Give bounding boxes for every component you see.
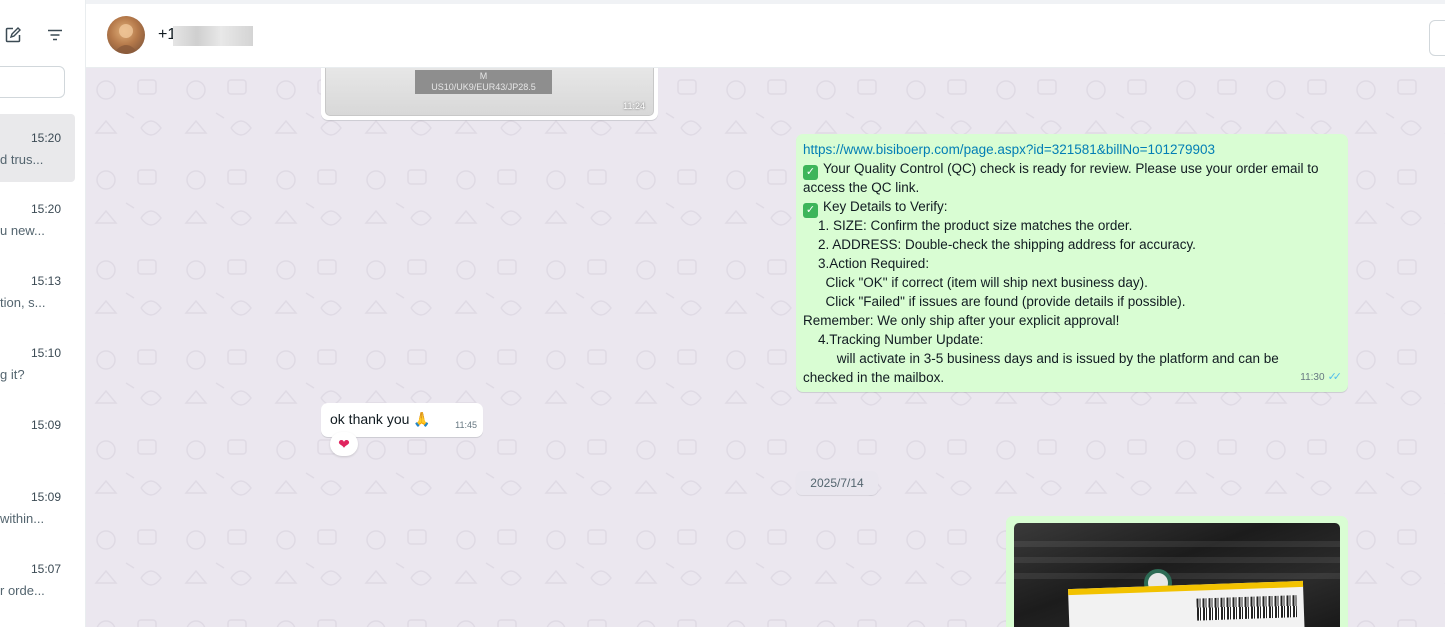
chat-list-item[interactable]: 15:20 d trus... <box>0 114 75 182</box>
message-line: checked in the mailbox. <box>803 370 945 385</box>
image-message[interactable] <box>1006 516 1348 627</box>
filter-icon[interactable] <box>47 27 63 43</box>
conversation-header: +1 <box>86 0 1445 68</box>
message-line: Click "OK" if correct (item will ship ne… <box>803 275 1148 290</box>
message-meta: 11:30 ✓✓ <box>1300 368 1343 387</box>
chat-list-item[interactable]: 15:09 within... <box>0 473 85 545</box>
image-detail <box>1014 557 1340 563</box>
size-tag-line2: US10/UK9/EUR43/JP28.5 <box>431 82 536 92</box>
image-message[interactable]: M US10/UK9/EUR43/JP28.5 11:24 <box>321 68 658 120</box>
chat-time: 15:07 <box>30 562 61 576</box>
chat-time: 15:09 <box>30 490 61 504</box>
chat-preview: tion, s... <box>0 295 46 310</box>
read-receipt-icon: ✓✓ <box>1327 371 1343 383</box>
chat-preview: r orde... <box>0 583 45 598</box>
message-line: Your Quality Control (QC) check is ready… <box>823 161 1319 176</box>
chat-time: 15:13 <box>30 274 61 288</box>
chat-time: 15:20 <box>30 202 61 216</box>
contact-avatar[interactable] <box>107 16 145 54</box>
message-time: 11:45 <box>455 420 477 430</box>
chat-preview: g it? <box>0 367 25 382</box>
message-line: Click "Failed" if issues are found (prov… <box>803 294 1186 309</box>
chat-list-item[interactable]: 15:13 tion, s... <box>0 257 85 329</box>
message-text: ok thank you 🙏 <box>330 411 431 427</box>
image-detail <box>1014 541 1340 547</box>
message-line: 2. ADDRESS: Double-check the shipping ad… <box>803 237 1196 252</box>
message-line: will activate in 3-5 business days and i… <box>803 351 1279 366</box>
message-line: 4.Tracking Number Update: <box>803 332 984 347</box>
new-chat-icon[interactable] <box>4 26 22 44</box>
avatar-photo-icon <box>113 24 139 54</box>
chat-preview: within... <box>0 511 45 526</box>
chat-list: 15:20 d trus... 15:20 u new... 15:13 tio… <box>0 114 85 617</box>
message-time: 11:30 <box>1300 372 1325 383</box>
message-image[interactable]: M US10/UK9/EUR43/JP28.5 11:24 <box>325 68 654 116</box>
redacted-number <box>173 26 253 46</box>
message-line: Key Details to Verify: <box>823 199 948 214</box>
message-line: 1. SIZE: Confirm the product size matche… <box>803 218 1133 233</box>
chat-time: 15:10 <box>30 346 61 360</box>
heart-reaction-icon[interactable]: ❤ <box>330 432 358 456</box>
outgoing-message[interactable]: https://www.bisiboerp.com/page.aspx?id=3… <box>796 134 1348 392</box>
message-line: Remember: We only ship after your explic… <box>803 313 1120 328</box>
chat-list-item[interactable]: 15:09 <box>0 401 85 473</box>
message-image[interactable] <box>1014 523 1340 627</box>
barcode-graphic <box>1196 595 1298 621</box>
chat-list-sidebar: 15:20 d trus... 15:20 u new... 15:13 tio… <box>0 0 86 627</box>
image-size-tag: M US10/UK9/EUR43/JP28.5 <box>415 70 552 94</box>
reaction-emoji: ❤ <box>338 436 350 452</box>
shipping-label-graphic <box>1068 580 1305 627</box>
message-link[interactable]: https://www.bisiboerp.com/page.aspx?id=3… <box>803 140 1341 159</box>
date-separator: 2025/7/14 <box>796 471 878 495</box>
search-input[interactable] <box>0 66 65 98</box>
size-tag-line1: M <box>479 71 488 81</box>
chat-time: 15:20 <box>30 131 61 145</box>
image-detail <box>1014 573 1340 579</box>
chat-list-item[interactable]: 15:07 r orde... <box>0 545 85 617</box>
message-time: 11:24 <box>623 101 645 111</box>
chat-time: 15:09 <box>30 418 61 432</box>
chat-preview: d trus... <box>0 152 44 167</box>
header-action-button[interactable] <box>1429 20 1445 56</box>
chat-preview: u new... <box>0 223 45 238</box>
message-line: access the QC link. <box>803 180 920 195</box>
chat-list-item[interactable]: 15:20 u new... <box>0 185 85 257</box>
conversation-panel: M US10/UK9/EUR43/JP28.5 11:24 https://ww… <box>86 68 1445 627</box>
message-line: 3.Action Required: <box>803 256 930 271</box>
sidebar-toolbar <box>0 0 85 68</box>
chat-list-item[interactable]: 15:10 g it? <box>0 329 85 401</box>
